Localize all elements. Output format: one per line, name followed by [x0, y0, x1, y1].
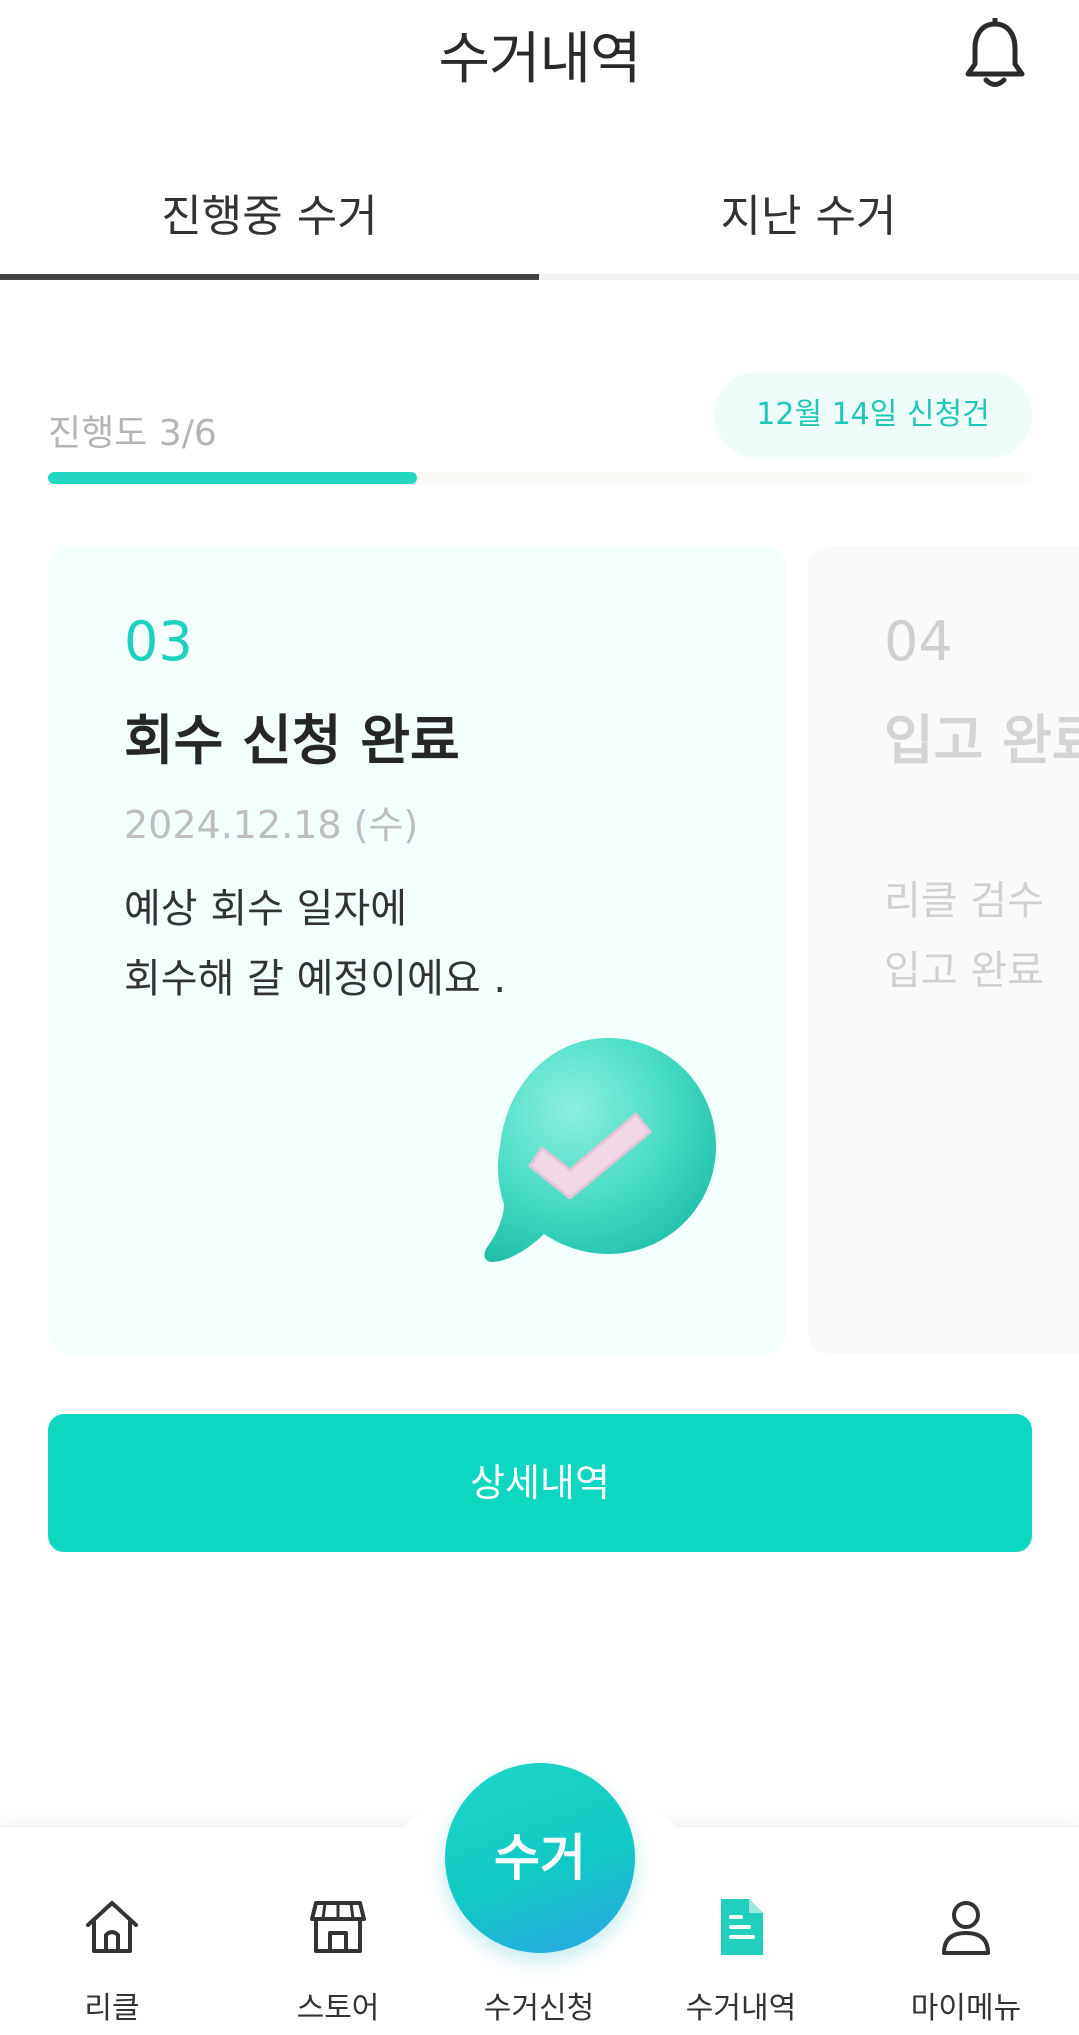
nav-label: 스토어: [296, 1991, 380, 2026]
check-bubble-icon: [484, 1038, 716, 1262]
nav-label: 수거신청: [483, 1991, 595, 2026]
step-description-line: 예상 회수 일자에: [124, 886, 408, 932]
step-card-next[interactable]: 04 입고 완료 리클 검수 입고 완료: [808, 546, 1079, 1354]
step-description-line: 입고 완료: [884, 948, 1044, 994]
document-icon: [721, 1899, 763, 1955]
nav-label: 마이메뉴: [910, 1991, 1022, 2026]
progress-bar: [48, 472, 1032, 484]
detail-button[interactable]: 상세내역: [48, 1414, 1032, 1552]
nav-label: 수거내역: [685, 1991, 797, 2026]
page-title: 수거내역: [438, 27, 641, 92]
progress-label: 진행도 3/6: [48, 413, 217, 454]
bell-icon[interactable]: [963, 18, 1027, 90]
user-icon: [942, 1901, 990, 1955]
tab-in-progress[interactable]: 진행중 수거: [0, 180, 539, 244]
step-number: 03: [124, 610, 193, 673]
step-date: 2024.12.18 (수): [124, 803, 419, 847]
tab-active-indicator: [0, 274, 539, 280]
nav-label: 리클: [84, 1991, 140, 2026]
nav-item-home[interactable]: 리클: [32, 1827, 192, 2035]
home-icon: [86, 1901, 138, 1953]
progress-bar-fill: [48, 472, 417, 484]
step-description: 예상 회수 일자에 회수해 갈 예정이에요 .: [124, 874, 506, 1014]
app-header: 수거내역: [0, 0, 1079, 110]
nav-item-mymenu[interactable]: 마이메뉴: [886, 1827, 1046, 2035]
step-title: 회수 신청 완료: [124, 709, 460, 772]
request-date-badge: 12월 14일 신청건: [714, 372, 1032, 458]
store-icon: [310, 1901, 366, 1953]
step-description-line: 회수해 갈 예정이에요 .: [124, 956, 507, 1002]
step-card-current[interactable]: 03 회수 신청 완료 2024.12.18 (수) 예상 회수 일자에 회수해…: [48, 546, 786, 1354]
step-description-line: 리클 검수: [884, 878, 1044, 924]
step-title: 입고 완료: [884, 709, 1079, 772]
tab-bar: 진행중 수거 지난 수거: [0, 160, 1079, 282]
tab-past[interactable]: 지난 수거: [539, 180, 1078, 244]
step-number: 04: [884, 610, 953, 673]
tab-underline-track: [0, 274, 1079, 280]
step-description: 리클 검수 입고 완료: [884, 866, 1044, 1006]
collect-fab-button[interactable]: 수거: [445, 1763, 635, 1953]
